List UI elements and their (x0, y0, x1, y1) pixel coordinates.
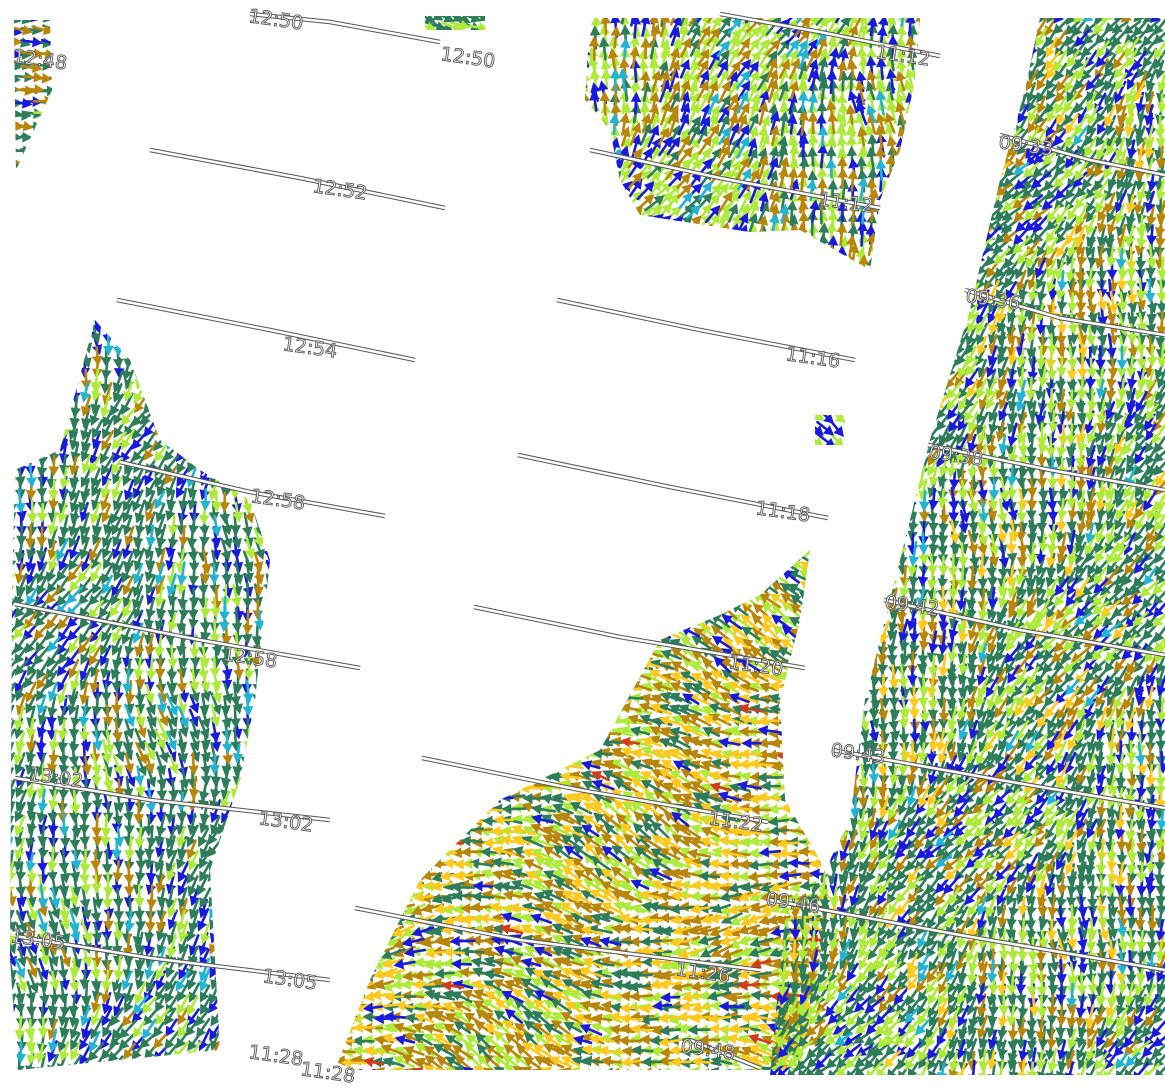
track-time-label: 11:16 (784, 343, 841, 372)
flight-track-line (116, 298, 416, 362)
track-time-label: 12:50 (439, 43, 496, 72)
arrow-field-central-swath-top (585, 18, 920, 270)
wind-arrows (14, 20, 52, 170)
wind-arrow-fields (10, 16, 1165, 1075)
track-time-label: 13:05 (261, 965, 318, 994)
arrow-field-central-swath-bottom (335, 550, 830, 1070)
arrow-field-fragment-6 (815, 415, 845, 445)
wind-vector-map: 12:48 12:50 12:50 12:52 12:54 12:58 12:58 13:02… (9, 5, 1165, 1087)
track-time-label: 12:58 (249, 485, 306, 514)
wind-arrows (14, 20, 52, 169)
wind-arrows (14, 20, 52, 170)
track-time-label: 12:52 (311, 175, 368, 204)
arrow-field-west-swath-main (10, 320, 270, 1070)
track-time-label: 11:28 (247, 1041, 304, 1070)
track-time-label: 11:18 (754, 497, 811, 526)
wind-arrows (31, 107, 52, 170)
track-time-label: 13:02 (257, 807, 314, 836)
track-time-label: 12:58 (221, 643, 278, 672)
track-time-label: 11:12 (817, 188, 874, 217)
arrow-field-west-swath-top (14, 20, 52, 170)
arrow-field-fragment-5 (425, 16, 485, 30)
track-time-label: 12:50 (247, 5, 304, 34)
track-time-label: 12:48 (11, 45, 68, 74)
track-time-label: 12:54 (281, 333, 338, 362)
